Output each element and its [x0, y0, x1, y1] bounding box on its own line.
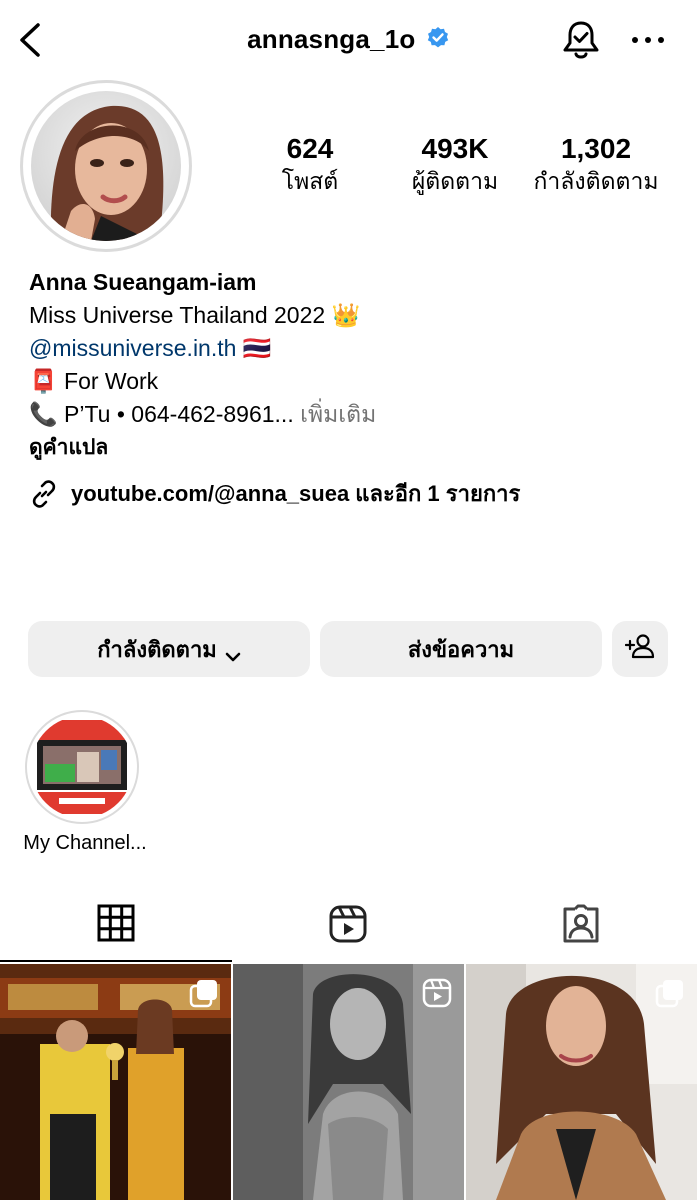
- see-translation-link[interactable]: ดูคำแปล: [29, 431, 669, 464]
- stat-posts[interactable]: 624 โพสต์: [262, 132, 358, 196]
- bio: Anna Sueangam-iam Miss Universe Thailand…: [29, 266, 669, 464]
- bio-line-title: Miss Universe Thailand 2022 👑: [29, 302, 361, 328]
- external-link[interactable]: youtube.com/@anna_suea และอีก 1 รายการ: [29, 476, 520, 511]
- avatar-image: [31, 91, 181, 241]
- story-highlight[interactable]: [25, 710, 139, 824]
- more-options-icon[interactable]: [626, 22, 670, 58]
- highlight-label: My Channel...: [23, 832, 147, 854]
- add-user-button[interactable]: [612, 621, 668, 677]
- stat-followers[interactable]: 493K ผู้ติดตาม: [400, 132, 510, 196]
- carousel-icon: [189, 978, 219, 1008]
- tab-posts[interactable]: [0, 890, 232, 962]
- following-button-label: กำลังติดตาม: [97, 636, 217, 662]
- bio-line-mention: @missuniverse.in.th 🇹🇭: [29, 332, 669, 365]
- followers-count: 493K: [421, 133, 489, 164]
- grid-post[interactable]: [233, 964, 464, 1200]
- message-button-label: ส่งข้อความ: [407, 636, 515, 662]
- work-text: For Work: [64, 368, 159, 394]
- display-name: Anna Sueangam-iam: [29, 269, 257, 295]
- following-count: 1,302: [560, 133, 632, 164]
- posts-count: 624: [286, 133, 334, 164]
- thailand-flag-icon: 🇹🇭: [242, 335, 272, 361]
- verified-badge-icon: [426, 26, 450, 50]
- stat-following[interactable]: 1,302 กำลังติดตาม: [526, 132, 666, 196]
- profile-tabs: [0, 890, 697, 962]
- posts-label: โพสต์: [281, 168, 339, 194]
- grid-post[interactable]: [466, 964, 697, 1200]
- profile-avatar[interactable]: [20, 80, 192, 252]
- posts-grid-icon: [97, 904, 135, 947]
- reel-icon: [422, 978, 452, 1008]
- following-button[interactable]: กำลังติดตาม: [28, 621, 310, 677]
- link-icon: [29, 479, 59, 509]
- tab-tagged[interactable]: [465, 890, 697, 962]
- highlight-cover-image: [31, 716, 133, 818]
- tab-reels[interactable]: [232, 890, 464, 962]
- external-link-text: youtube.com/@anna_suea และอีก 1 รายการ: [71, 481, 521, 506]
- see-more-link[interactable]: เพิ่มเติม: [300, 401, 376, 427]
- posts-grid: [0, 964, 697, 1200]
- tagged-icon: [561, 904, 601, 949]
- reels-icon: [328, 904, 368, 949]
- postbox-icon: 📮: [29, 368, 58, 394]
- username: annasnga_1o: [247, 24, 416, 54]
- carousel-icon: [655, 978, 685, 1008]
- mention-link[interactable]: @missuniverse.in.th: [29, 335, 236, 361]
- message-button[interactable]: ส่งข้อความ: [320, 621, 602, 677]
- grid-post[interactable]: [0, 964, 231, 1200]
- top-bar: annasnga_1o: [0, 0, 697, 84]
- followers-label: ผู้ติดตาม: [411, 168, 499, 194]
- bio-line-work: 📮 For Work: [29, 365, 669, 398]
- add-user-icon: [624, 632, 655, 666]
- bio-line-phone: 📞 P’Tu • 064-462-8961... เพิ่มเติม: [29, 398, 669, 431]
- chevron-down-icon: [225, 643, 241, 662]
- following-label: กำลังติดตาม: [533, 168, 659, 194]
- phone-icon: 📞: [29, 401, 58, 427]
- notification-bell-icon[interactable]: [560, 18, 602, 62]
- phone-text: P’Tu • 064-462-8961...: [64, 401, 294, 427]
